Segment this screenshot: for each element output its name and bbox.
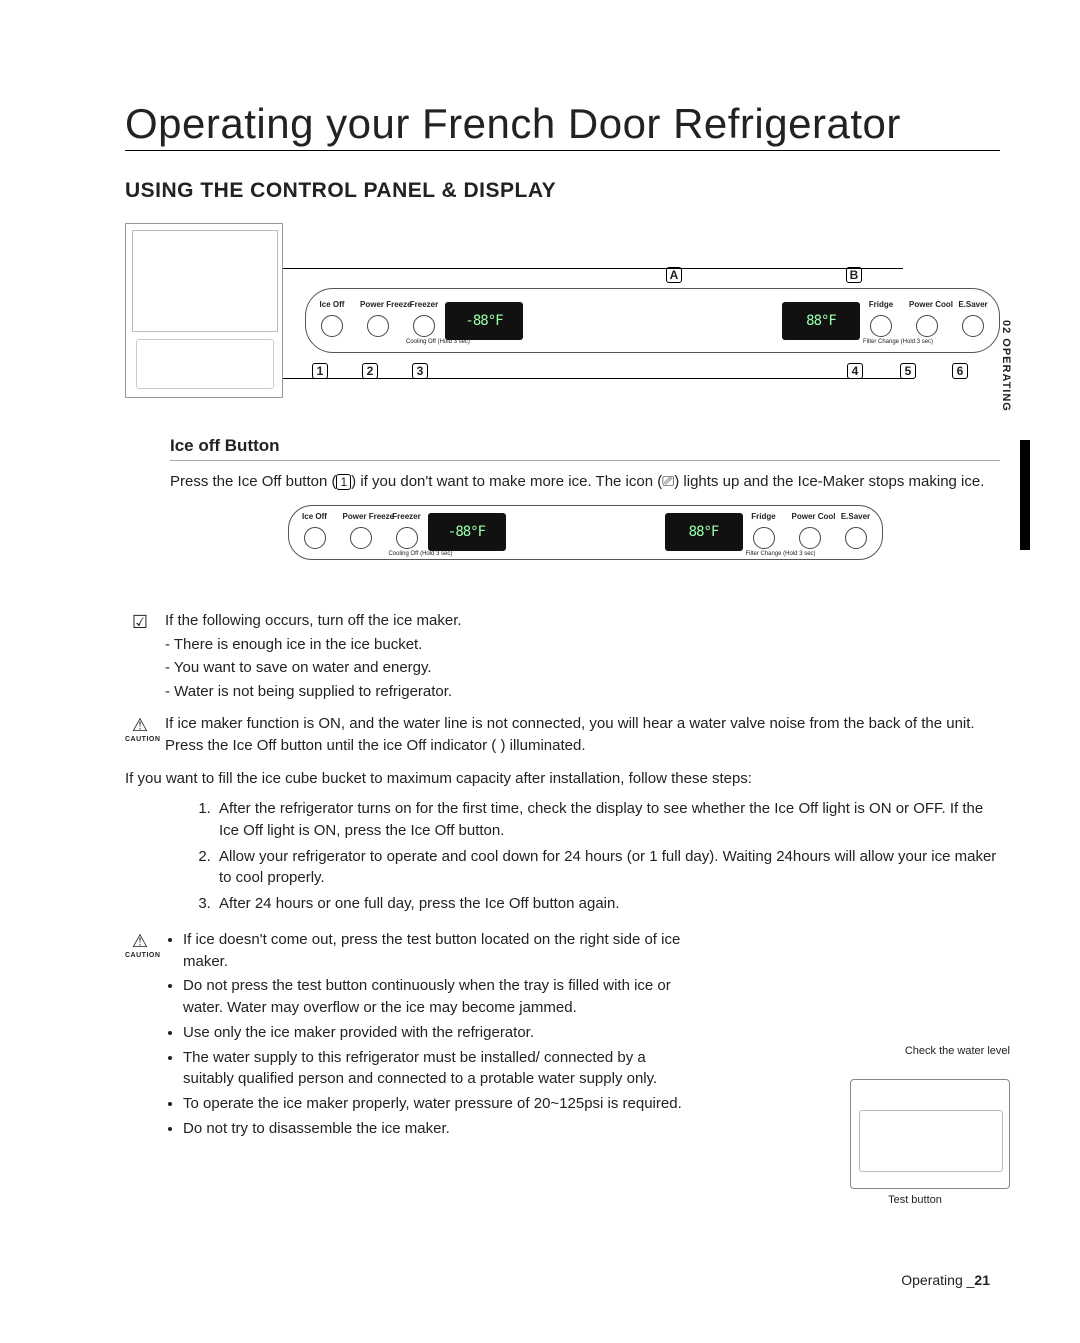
- ice-maker-diagram: Check the water level Test button: [820, 1045, 1010, 1220]
- note-item: - You want to save on water and energy.: [165, 657, 1000, 679]
- btn-esaver: E.Saver: [955, 300, 991, 339]
- control-panel-strip: A B Ice Off Power Freeze FreezerCooling …: [305, 288, 1000, 353]
- callout-line-top: [283, 268, 903, 269]
- btn-fridge: FridgeFilter Change (Hold 3 sec): [863, 300, 899, 345]
- control-panel-repeat: Ice OffPower FreezeFreezerCooling Off (H…: [170, 505, 1000, 600]
- caution-item: The water supply to this refrigerator mu…: [183, 1047, 685, 1091]
- note-turn-off: ☑ If the following occurs, turn off the …: [125, 610, 1000, 705]
- right-button-group: FridgeFilter Change (Hold 3 sec) Power C…: [863, 296, 991, 345]
- page-content: Operating your French Door Refrigerator …: [0, 0, 1080, 1191]
- step: After the refrigerator turns on for the …: [215, 798, 1000, 842]
- note-item: - Water is not being supplied to refrige…: [165, 681, 1000, 703]
- ice-maker-illustration: [850, 1079, 1010, 1189]
- caution-item: To operate the ice maker properly, water…: [183, 1093, 685, 1115]
- page-footer: Operating _21: [901, 1272, 990, 1288]
- caution-item: Use only the ice maker provided with the…: [183, 1022, 685, 1044]
- caution-water-valve: ⚠CAUTION If ice maker function is ON, an…: [125, 713, 1000, 759]
- subheading-ice-off: Ice off Button: [170, 436, 1000, 461]
- label-test-button: Test button: [820, 1194, 1010, 1206]
- ice-off-intro: Press the Ice Off button (1) if you don'…: [170, 471, 1000, 493]
- lcd-fridge: 88°F: [782, 302, 860, 340]
- note-icon: ☑: [125, 612, 155, 633]
- fill-lead: If you want to fill the ice cube bucket …: [125, 768, 1000, 790]
- caution-item: Do not press the test button continuousl…: [183, 975, 685, 1019]
- control-panel-strip-small: Ice OffPower FreezeFreezerCooling Off (H…: [288, 505, 883, 560]
- marker-3: 3: [412, 363, 428, 379]
- number-marker-row: 1 2 3 4 5 6: [312, 363, 1000, 381]
- label-check-water: Check the water level: [820, 1045, 1010, 1057]
- lcd-freezer: -88°F: [445, 302, 523, 340]
- marker-1: 1: [312, 363, 328, 379]
- btn-ice-off: Ice Off: [314, 300, 350, 339]
- section-heading: USING THE CONTROL PANEL & DISPLAY: [125, 179, 1000, 203]
- ice-off-icon: ⎚: [662, 473, 674, 490]
- caution-icon: ⚠: [125, 715, 155, 736]
- caution-text: If ice maker function is ON, and the wat…: [165, 713, 1000, 757]
- btn-power-cool: Power Cool: [909, 300, 945, 339]
- btn-freezer: FreezerCooling Off (Hold 3 sec): [406, 300, 442, 345]
- fridge-illustration: [125, 223, 283, 398]
- inline-marker-1: 1: [336, 474, 351, 490]
- section-tab-bar: [1020, 440, 1030, 550]
- marker-B: B: [846, 267, 862, 283]
- caution-item: Do not try to disassemble the ice maker.: [183, 1118, 685, 1140]
- fill-steps: After the refrigerator turns on for the …: [197, 798, 1000, 915]
- marker-2: 2: [362, 363, 378, 379]
- left-button-group: Ice Off Power Freeze FreezerCooling Off …: [314, 296, 442, 345]
- section-tab-text: 02 OPERATING: [1000, 320, 1012, 412]
- caution-item: If ice doesn't come out, press the test …: [183, 929, 685, 973]
- control-panel-diagram: A B Ice Off Power Freeze FreezerCooling …: [125, 223, 1000, 418]
- marker-5: 5: [900, 363, 916, 379]
- section-tab: 02 OPERATING: [1000, 320, 1030, 550]
- step: After 24 hours or one full day, press th…: [215, 893, 1000, 915]
- caution-icon: ⚠: [125, 931, 155, 952]
- note-item: - There is enough ice in the ice bucket.: [165, 634, 1000, 656]
- marker-4: 4: [847, 363, 863, 379]
- marker-6: 6: [952, 363, 968, 379]
- page-title: Operating your French Door Refrigerator: [125, 100, 1000, 151]
- page-number: 21: [974, 1272, 990, 1288]
- btn-power-freeze: Power Freeze: [360, 300, 396, 339]
- marker-A: A: [666, 267, 682, 283]
- note-lead: If the following occurs, turn off the ic…: [165, 610, 1000, 632]
- step: Allow your refrigerator to operate and c…: [215, 846, 1000, 890]
